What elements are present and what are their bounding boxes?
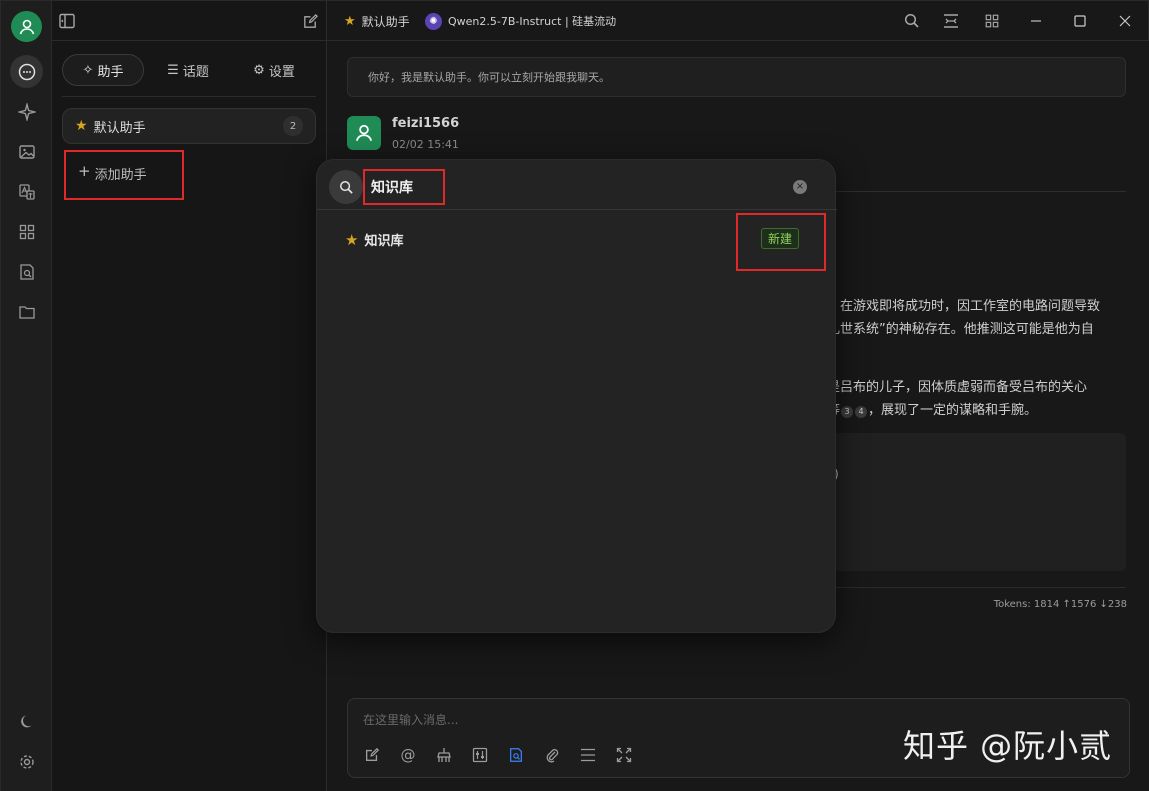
top-bar: ★ 默认助手 ✺ Qwen2.5-7B-Instruct | 硅基流动: [52, 1, 1149, 41]
star-icon: ★: [344, 13, 356, 29]
width-tool[interactable]: [578, 745, 598, 765]
user-avatar[interactable]: [11, 11, 42, 42]
current-assistant-label[interactable]: ★ 默认助手: [344, 1, 410, 41]
user-icon: [355, 124, 373, 142]
assistant-sidebar: ✧ 助手 ☰ 话题 ⚙ 设置 ★ 默认助手 2 + 添加助手: [52, 1, 327, 791]
grid-icon: [985, 14, 999, 28]
mention-tool[interactable]: @: [398, 745, 418, 765]
paperclip-icon: [546, 749, 559, 763]
image-icon: [18, 144, 35, 159]
search-input[interactable]: 知识库: [363, 169, 445, 205]
close-icon: [1119, 15, 1131, 27]
response-text-line: 是吕布的儿子，因体质虚弱而备受吕布的关心: [827, 380, 1088, 395]
rail-agents[interactable]: [10, 95, 43, 128]
message-avatar: [347, 116, 381, 150]
user-icon: [19, 19, 34, 34]
star-icon: ★: [345, 230, 359, 249]
new-topic-button[interactable]: [302, 1, 319, 41]
rail-files[interactable]: [10, 295, 43, 328]
add-assistant-button[interactable]: + 添加助手: [64, 150, 184, 200]
gear-icon: ⚙: [253, 62, 265, 78]
rail-knowledge[interactable]: [10, 255, 43, 288]
message-input[interactable]: 在这里输入消息...: [363, 711, 458, 728]
compress-icon: [944, 14, 958, 28]
folder-icon: [18, 305, 35, 319]
fullscreen-tool[interactable]: [614, 745, 634, 765]
response-text-line: 乱世系统”的神秘存在。他推测这可能是他为自: [827, 322, 1094, 337]
expand-horizontal-icon: [581, 748, 595, 762]
edit-icon: [304, 13, 318, 28]
broom-icon: [437, 748, 451, 762]
search-result-item[interactable]: ★ 知识库: [345, 230, 403, 250]
narrow-mode-button[interactable]: [942, 1, 960, 41]
rail-chat[interactable]: [10, 55, 43, 88]
apps-button[interactable]: [984, 1, 1000, 41]
rail-translate[interactable]: [10, 175, 43, 208]
sparkle-icon: ✧: [82, 62, 94, 78]
search-modal: 知识库 × ★ 知识库 新建: [316, 159, 837, 633]
message-username: feizi1566: [392, 116, 460, 131]
toggle-sidebar-button[interactable]: [58, 1, 76, 41]
tab-settings[interactable]: ⚙ 设置: [232, 54, 316, 86]
app-window: ✧ 助手 ☰ 话题 ⚙ 设置 ★ 默认助手 2 + 添加助手 ★ 默认助手 ✺ …: [0, 0, 1149, 791]
sidebar-toggle-icon: [59, 13, 75, 29]
divider: [317, 209, 837, 210]
translate-icon: [18, 183, 35, 200]
minimize-button[interactable]: [1030, 1, 1042, 41]
at-icon: @: [400, 746, 416, 764]
welcome-message: 你好，我是默认助手。你可以立刻开始跟我聊天。: [347, 57, 1126, 97]
minimize-icon: [1031, 20, 1041, 22]
maximize-icon: [1074, 15, 1086, 27]
sparkle-icon: [17, 102, 36, 121]
search-icon: [329, 170, 363, 204]
tab-topics[interactable]: ☰ 话题: [144, 54, 232, 86]
edit-icon: [366, 747, 380, 761]
message-timestamp: 02/02 15:41: [392, 138, 459, 151]
grid-icon: [19, 224, 34, 239]
citation-badge[interactable]: 4: [855, 406, 868, 418]
assistant-item-default[interactable]: ★ 默认助手 2: [62, 108, 316, 144]
rail-apps[interactable]: [10, 215, 43, 248]
model-selector[interactable]: ✺ Qwen2.5-7B-Instruct | 硅基流动: [425, 1, 616, 41]
moon-icon: [20, 715, 31, 727]
sidebar-tabs: ✧ 助手 ☰ 话题 ⚙ 设置: [62, 53, 316, 87]
tab-assistants[interactable]: ✧ 助手: [62, 54, 144, 86]
chat-bubble-icon: [18, 63, 35, 80]
clear-search-button[interactable]: ×: [793, 180, 807, 194]
gear-icon: [19, 754, 34, 769]
search-button[interactable]: [904, 1, 920, 41]
file-search-icon: [19, 263, 34, 280]
model-logo-icon: ✺: [425, 12, 442, 30]
fullscreen-icon: [616, 747, 632, 763]
new-assistant-tag[interactable]: 新建: [761, 228, 800, 249]
close-icon: ×: [795, 181, 805, 192]
rail-images[interactable]: [10, 135, 43, 168]
nav-rail: [1, 1, 52, 791]
attach-tool[interactable]: [542, 745, 562, 765]
file-search-icon: [510, 748, 522, 762]
rail-settings[interactable]: [10, 745, 43, 778]
rail-theme[interactable]: [10, 705, 43, 738]
maximize-button[interactable]: [1074, 1, 1086, 41]
watermark: 知乎 @阮小贰: [903, 727, 1113, 765]
knowledge-base-tool[interactable]: [506, 745, 526, 765]
search-icon: [904, 13, 919, 28]
list-icon: ☰: [167, 62, 179, 78]
clear-tool[interactable]: [434, 745, 454, 765]
settings-tool[interactable]: [470, 745, 490, 765]
divider: [62, 96, 316, 97]
response-text-line: ，在游戏即将成功时，因工作室的电路问题导致: [827, 299, 1101, 314]
sliders-icon: [472, 747, 488, 763]
topic-count-badge: 2: [283, 116, 303, 136]
new-topic-tool[interactable]: [362, 745, 382, 765]
citation-badge[interactable]: 3: [841, 406, 854, 418]
token-usage: Tokens: 1814 ↑1576 ↓238: [993, 599, 1127, 610]
response-text-line: 等34，展现了一定的谋略和手腕。: [827, 399, 1037, 418]
close-window-button[interactable]: [1119, 1, 1131, 41]
plus-icon: +: [78, 162, 91, 180]
star-icon: ★: [75, 118, 88, 134]
